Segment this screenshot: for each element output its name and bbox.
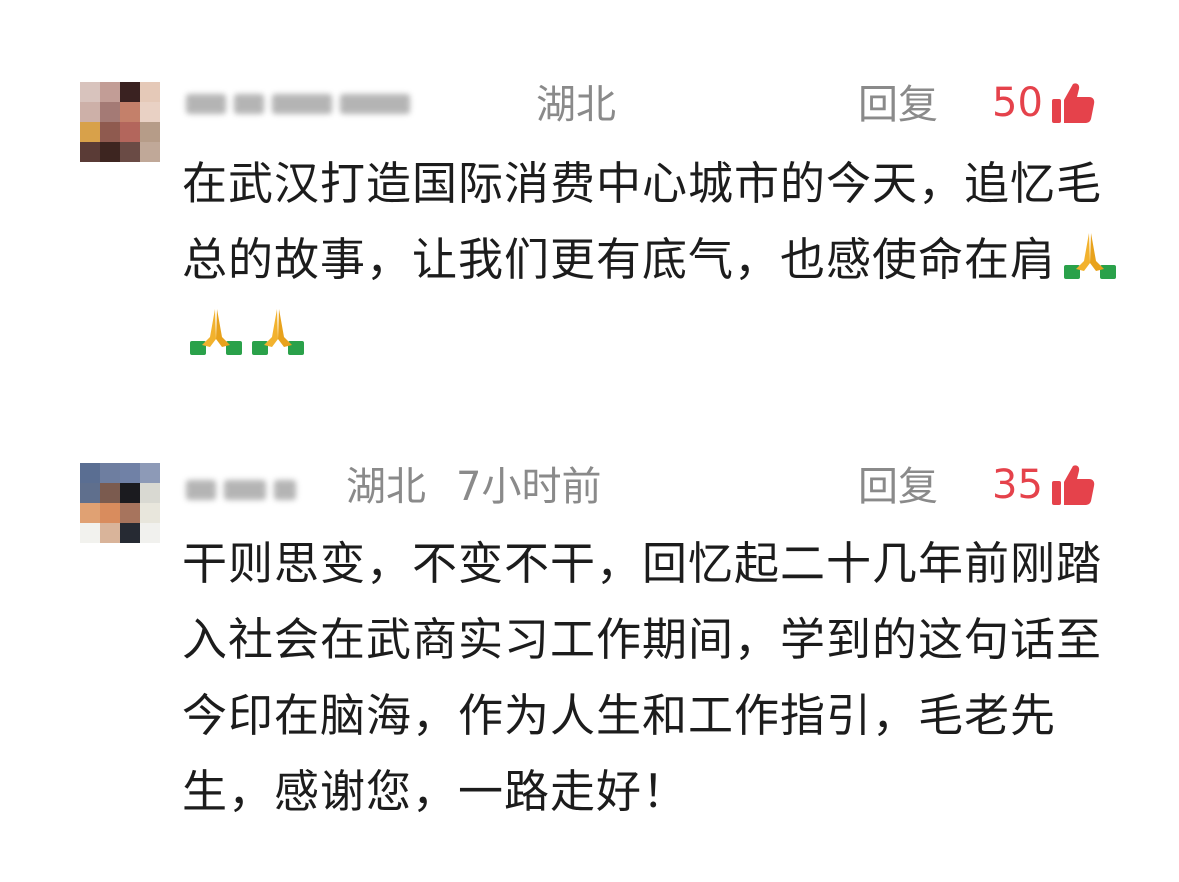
reply-button[interactable]: 回复: [858, 80, 938, 130]
folded-hands-icon: [252, 309, 304, 355]
comment-item: 湖北 回复 50 在武汉打造国际消费中心城市的今天，追忆毛总的故事，让我们更有底…: [0, 0, 1179, 420]
avatar[interactable]: [80, 463, 160, 543]
like-button[interactable]: 50: [992, 78, 1097, 128]
comment-text: 干则思变，不变不干，回忆起二十几年前刚踏入社会在武商实习工作期间，学到的这句话至…: [182, 526, 1122, 830]
folded-hands-icon: [190, 309, 242, 355]
like-count: 50: [992, 80, 1043, 126]
folded-hands-icon: [1064, 233, 1117, 279]
username-blurred[interactable]: [186, 470, 296, 510]
like-button[interactable]: 35: [992, 460, 1097, 510]
comment-body: 在武汉打造国际消费中心城市的今天，追忆毛总的故事，让我们更有底气，也感使命在肩: [182, 157, 1103, 286]
username-blurred[interactable]: [186, 84, 410, 124]
comment-text: 在武汉打造国际消费中心城市的今天，追忆毛总的故事，让我们更有底气，也感使命在肩: [182, 146, 1122, 374]
thumbs-up-icon: [1051, 465, 1095, 505]
like-count: 35: [992, 462, 1043, 508]
comment-region: 湖北: [346, 464, 426, 510]
comment-item: 湖北 7小时前 回复 35 干则思变，不变不干，回忆起二十几年前刚踏入社会在武商…: [0, 440, 1179, 882]
comment-time: 7小时前: [456, 464, 602, 510]
avatar[interactable]: [80, 82, 160, 162]
comment-body: 干则思变，不变不干，回忆起二十几年前刚踏入社会在武商实习工作期间，学到的这句话至…: [182, 537, 1103, 818]
thumbs-up-icon: [1051, 83, 1095, 123]
reply-button[interactable]: 回复: [858, 462, 938, 512]
comment-region: 湖北: [536, 82, 616, 128]
